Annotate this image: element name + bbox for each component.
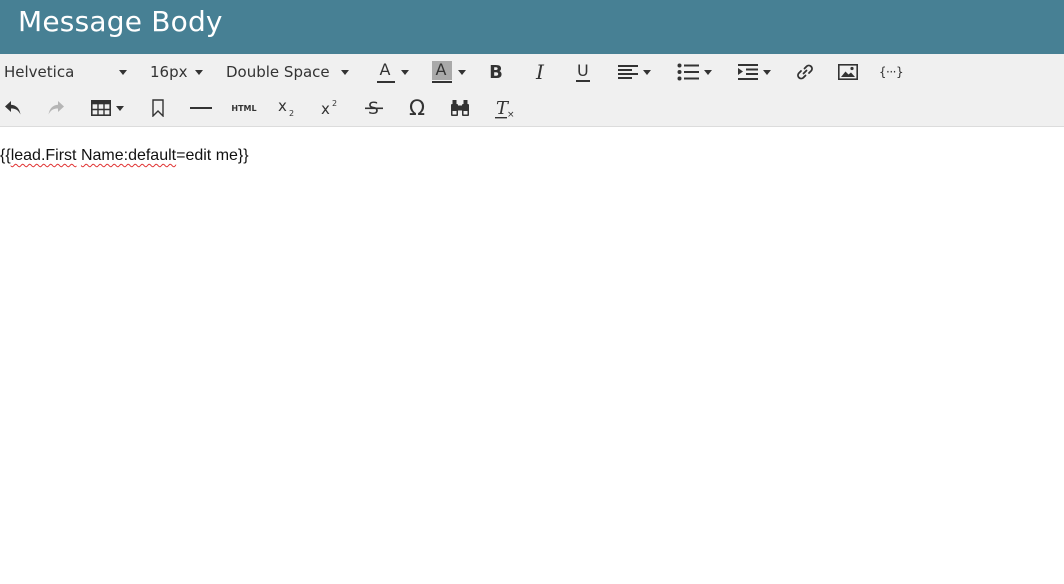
underline-icon: U bbox=[576, 61, 590, 82]
redo-button[interactable] bbox=[45, 94, 67, 122]
link-button[interactable] bbox=[793, 58, 817, 86]
bookmark-button[interactable] bbox=[148, 94, 168, 122]
svg-text:×: × bbox=[507, 110, 515, 119]
chevron-down-icon bbox=[115, 105, 124, 111]
special-character-button[interactable]: Ω bbox=[404, 94, 430, 122]
chevron-down-icon bbox=[457, 69, 466, 75]
link-icon bbox=[797, 64, 813, 80]
subscript-button[interactable]: x 2 bbox=[275, 94, 299, 122]
toolbar-row-2: HTML x 2 x 2 S Ω T × bbox=[0, 90, 1064, 126]
image-button[interactable] bbox=[836, 58, 860, 86]
chevron-down-icon bbox=[400, 69, 409, 75]
image-icon bbox=[838, 64, 858, 80]
indent-button[interactable] bbox=[734, 58, 774, 86]
svg-text:2: 2 bbox=[332, 99, 337, 108]
header-bar: Message Body bbox=[0, 0, 1064, 54]
superscript-icon: x 2 bbox=[321, 99, 337, 117]
chevron-down-icon bbox=[119, 70, 127, 75]
redo-icon bbox=[48, 101, 64, 115]
font-color-icon: A bbox=[376, 60, 396, 84]
indent-icon bbox=[737, 64, 758, 80]
table-button[interactable] bbox=[86, 94, 128, 122]
strikethrough-icon: S bbox=[365, 99, 383, 118]
superscript-button[interactable]: x 2 bbox=[318, 94, 342, 122]
underline-button[interactable]: U bbox=[571, 58, 595, 86]
bold-icon: B bbox=[489, 61, 503, 83]
font-size-value: 16px bbox=[150, 63, 188, 81]
svg-text:2: 2 bbox=[289, 109, 294, 117]
highlight-color-icon: A bbox=[431, 60, 453, 84]
page-title: Message Body bbox=[18, 5, 223, 38]
font-family-value: Helvetica bbox=[4, 63, 75, 81]
list-button[interactable] bbox=[674, 58, 714, 86]
html-source-button[interactable]: HTML bbox=[230, 94, 258, 122]
align-button[interactable] bbox=[614, 58, 654, 86]
find-replace-button[interactable] bbox=[448, 94, 472, 122]
align-left-icon bbox=[617, 65, 638, 79]
insert-token-button[interactable]: {···} bbox=[878, 58, 904, 86]
svg-text:x: x bbox=[278, 99, 287, 115]
chevron-down-icon bbox=[195, 70, 203, 75]
chevron-down-icon bbox=[642, 69, 651, 75]
undo-button[interactable] bbox=[2, 94, 24, 122]
editor-content-area[interactable]: {{lead.First Name:default=edit me}} bbox=[0, 127, 1064, 584]
chevron-down-icon bbox=[703, 69, 712, 75]
font-size-select[interactable]: 16px bbox=[150, 62, 206, 82]
bookmark-icon bbox=[152, 99, 164, 117]
special-char-icon: Ω bbox=[408, 96, 426, 120]
editor-toolbar: Helvetica 16px Double Space A A B I U {·… bbox=[0, 54, 1064, 127]
italic-icon: I bbox=[536, 60, 544, 84]
bullet-list-icon bbox=[677, 63, 699, 81]
toolbar-row-1: Helvetica 16px Double Space A A B I U {·… bbox=[0, 54, 1064, 90]
spellcheck-word: Name:default bbox=[80, 147, 177, 164]
highlight-color-button[interactable]: A bbox=[426, 58, 470, 86]
token-icon: {···} bbox=[878, 65, 904, 79]
subscript-icon: x 2 bbox=[278, 99, 294, 117]
svg-text:x: x bbox=[321, 100, 330, 117]
chevron-down-icon bbox=[341, 70, 349, 75]
spellcheck-word: lead.First bbox=[10, 147, 77, 164]
table-icon bbox=[90, 100, 111, 116]
chevron-down-icon bbox=[762, 69, 771, 75]
clear-format-icon: T × bbox=[495, 98, 515, 119]
clear-formatting-button[interactable]: T × bbox=[492, 94, 516, 122]
horizontal-rule-button[interactable] bbox=[189, 94, 213, 122]
find-replace-icon bbox=[451, 100, 469, 116]
horizontal-rule-icon bbox=[190, 107, 212, 109]
strikethrough-button[interactable]: S bbox=[362, 94, 386, 122]
editor-text[interactable]: {{lead.First Name:default=edit me}} bbox=[0, 147, 249, 165]
html-icon: HTML bbox=[231, 103, 257, 113]
bold-button[interactable]: B bbox=[484, 58, 508, 86]
line-spacing-select[interactable]: Double Space bbox=[226, 62, 352, 82]
font-color-button[interactable]: A bbox=[370, 58, 414, 86]
font-family-select[interactable]: Helvetica bbox=[4, 62, 130, 82]
line-spacing-value: Double Space bbox=[226, 63, 330, 81]
undo-icon bbox=[5, 101, 21, 115]
italic-button[interactable]: I bbox=[528, 58, 552, 86]
